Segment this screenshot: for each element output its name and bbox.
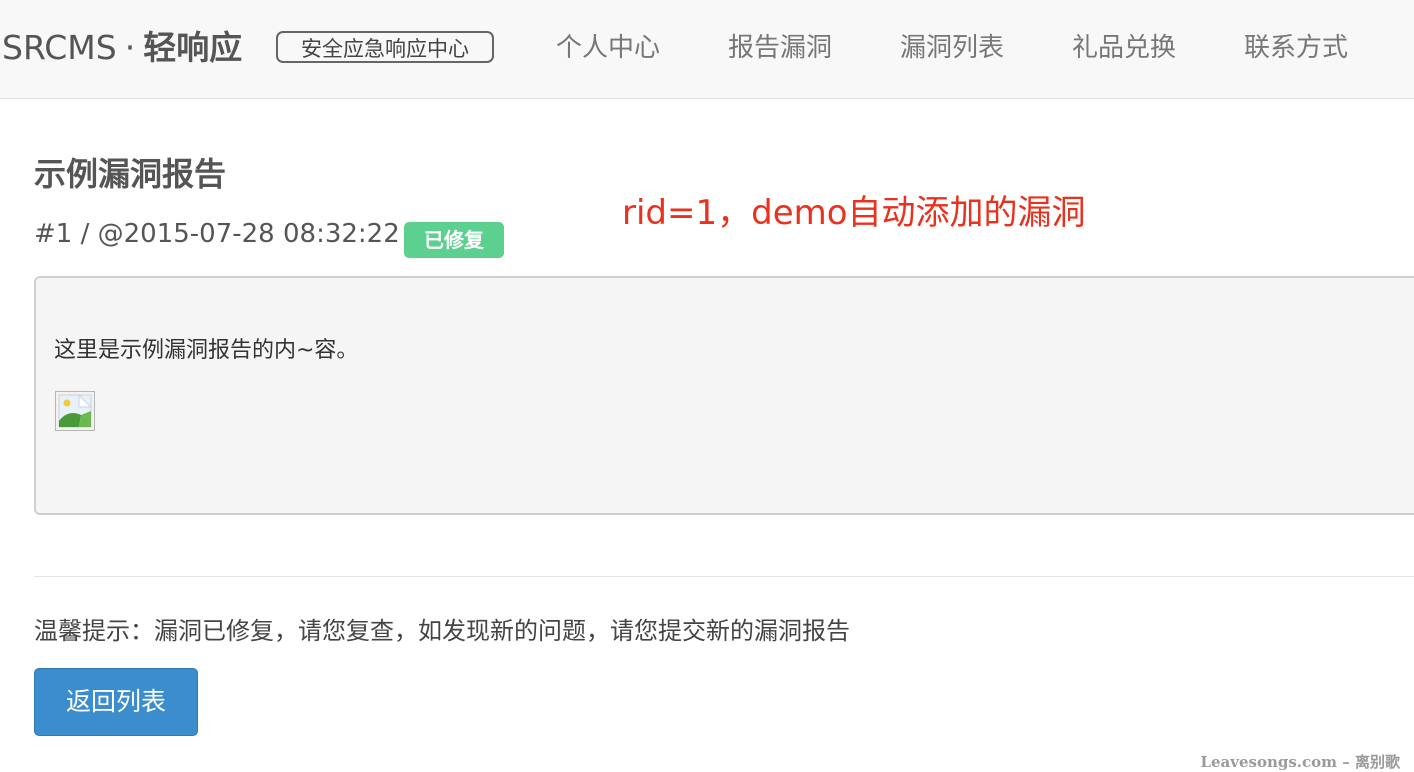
section-divider [34, 576, 1414, 577]
status-badge: 已修复 [404, 222, 504, 258]
annotation-note: rid=1，demo自动添加的漏洞 [622, 193, 1086, 233]
report-content-text: 这里是示例漏洞报告的内~容。 [54, 338, 359, 363]
tip-message: 温馨提示：漏洞已修复，请您复查，如发现新的问题，请您提交新的漏洞报告 [34, 617, 850, 645]
nav-link-profile[interactable]: 个人中心 [556, 30, 660, 66]
nav-link-report-vuln[interactable]: 报告漏洞 [728, 30, 832, 66]
broken-image-icon [55, 391, 95, 431]
nav-link-gift-exchange[interactable]: 礼品兑换 [1072, 30, 1176, 66]
top-navbar: SRCMS · 轻响应 安全应急响应中心 个人中心 报告漏洞 漏洞列表 礼品兑换 联… [0, 0, 1414, 99]
back-to-list-button[interactable]: 返回列表 [34, 668, 198, 736]
nav-link-vuln-list[interactable]: 漏洞列表 [900, 30, 1004, 66]
report-content-box: 这里是示例漏洞报告的内~容。 [34, 276, 1414, 515]
brand-name-cn: 轻响应 [143, 28, 243, 67]
brand-badge: 安全应急响应中心 [276, 31, 494, 63]
page-title: 示例漏洞报告 [34, 155, 227, 193]
report-meta: #1 / @2015-07-28 08:32:22 / [34, 219, 417, 249]
brand-separator: · [124, 28, 136, 67]
watermark: Leavesongs.com – 离别歌 [1200, 753, 1400, 771]
nav-link-contact[interactable]: 联系方式 [1244, 30, 1348, 66]
brand-name: SRCMS [2, 28, 117, 67]
brand-logo[interactable]: SRCMS · 轻响应 [2, 26, 242, 70]
